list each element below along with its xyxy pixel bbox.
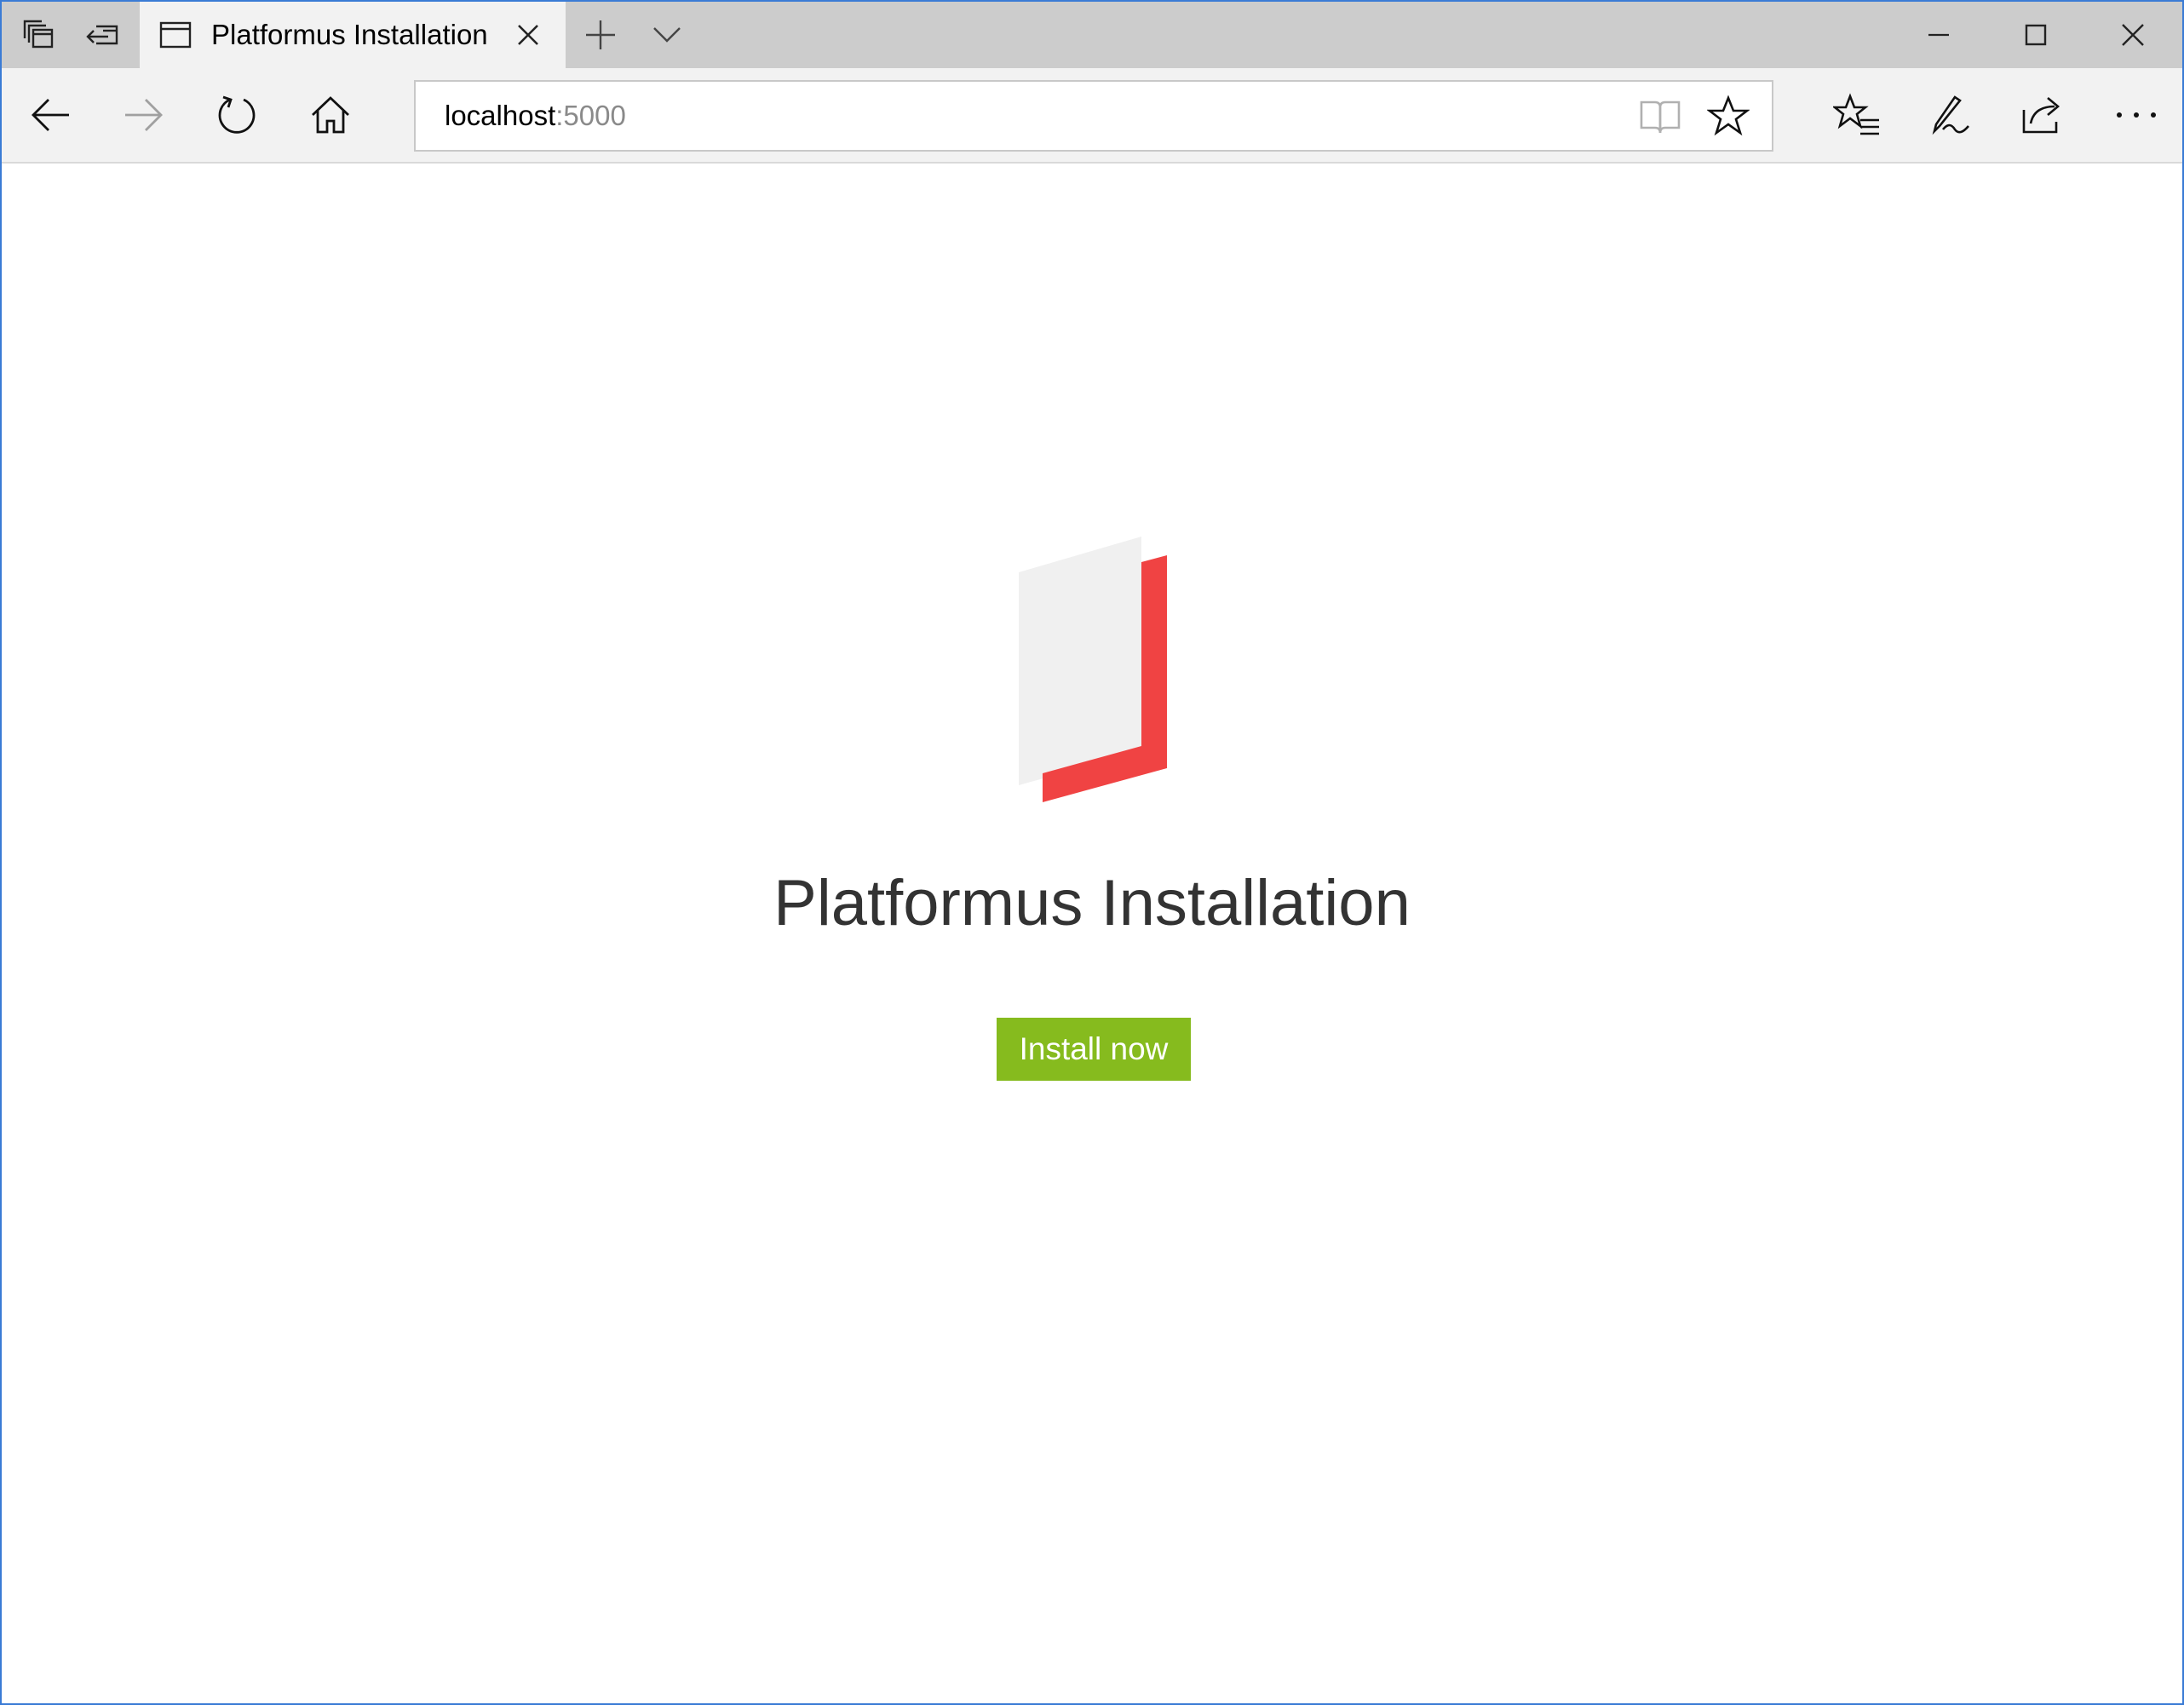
browser-window: Platformus Installation localhost:5000 P… — [0, 0, 2184, 1705]
new-tab-icon — [586, 20, 615, 49]
back-button[interactable] — [15, 68, 87, 162]
favorite-button[interactable] — [1698, 82, 1758, 150]
install-now-button[interactable]: Install now — [997, 1018, 1191, 1081]
url-host: localhost — [445, 100, 556, 131]
favorites-hub-icon — [1833, 93, 1879, 135]
tabs-aside-icon — [23, 20, 54, 49]
maximize-button[interactable] — [1997, 2, 2075, 68]
set-tabs-aside-button[interactable] — [73, 2, 133, 68]
address-bar[interactable]: localhost:5000 — [414, 80, 1773, 152]
more-icon — [2117, 112, 2156, 118]
navigation-bar: localhost:5000 — [2, 68, 2182, 164]
favorite-star-icon — [1707, 95, 1750, 136]
reading-view-button[interactable] — [1630, 82, 1690, 150]
share-button[interactable] — [2007, 68, 2078, 162]
close-window-button[interactable] — [2094, 2, 2172, 68]
back-icon — [32, 99, 69, 131]
new-tab-button[interactable] — [571, 2, 630, 68]
url-port: :5000 — [555, 100, 626, 131]
tab-preview-chevron-icon — [653, 27, 681, 43]
page-title: Platformus Installation — [773, 867, 1411, 939]
close-window-icon — [2122, 24, 2144, 46]
home-button[interactable] — [295, 68, 366, 162]
tabs-aside-button[interactable] — [9, 2, 68, 68]
maximize-icon — [2025, 24, 2047, 46]
tab-bar: Platformus Installation — [2, 2, 2182, 68]
favorites-hub-button[interactable] — [1821, 68, 1893, 162]
tab-platformus-installation[interactable]: Platformus Installation — [140, 2, 566, 68]
forward-button[interactable] — [107, 68, 179, 162]
url-text[interactable]: localhost:5000 — [445, 82, 626, 150]
reading-view-icon — [1640, 100, 1681, 134]
share-icon — [2022, 97, 2060, 134]
home-icon — [312, 96, 349, 134]
close-tab-icon — [518, 25, 538, 45]
web-note-button[interactable] — [1915, 68, 1986, 162]
refresh-button[interactable] — [201, 68, 273, 162]
tab-title: Platformus Installation — [211, 19, 488, 50]
page-icon — [158, 18, 193, 52]
minimize-button[interactable] — [1900, 2, 1978, 68]
platformus-logo — [1019, 537, 1169, 818]
close-tab-button[interactable] — [511, 18, 545, 52]
tab-preview-button[interactable] — [637, 2, 697, 68]
web-note-icon — [1932, 95, 1969, 135]
logo-panel — [1019, 537, 1141, 785]
set-tabs-aside-icon — [86, 25, 118, 45]
more-button[interactable] — [2101, 68, 2172, 162]
refresh-icon — [218, 95, 256, 134]
forward-icon — [125, 99, 163, 131]
minimize-icon — [1928, 33, 1949, 37]
page-content: Platformus Installation Install now — [2, 164, 2182, 1703]
